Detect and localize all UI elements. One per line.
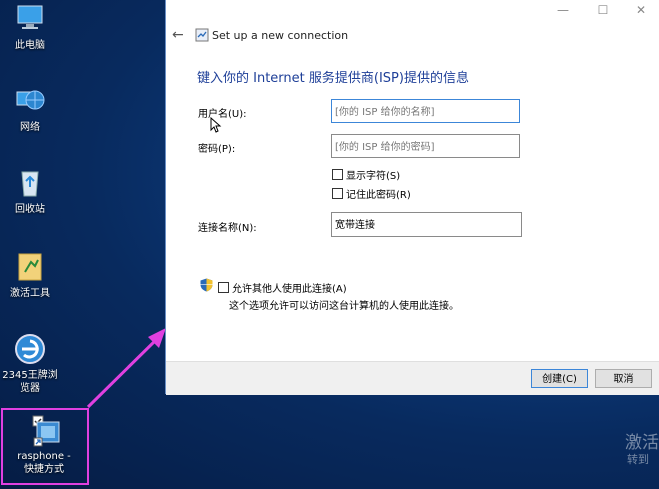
allow-others-note: 这个选项允许可以访问这台计算机的人使用此连接。 — [229, 301, 459, 312]
dialog-title: Set up a new connection — [212, 29, 349, 42]
checkbox-label: 显示字符(S) — [346, 171, 401, 182]
activation-watermark: 激活 — [625, 433, 659, 453]
checkbox-box — [332, 169, 343, 180]
cancel-button[interactable]: 取消 — [595, 369, 652, 388]
activation-watermark-sub: 转到 — [627, 453, 649, 466]
dialog-footer: 创建(C) 取消 — [166, 361, 659, 395]
checkbox-box — [218, 282, 229, 293]
remember-password-checkbox[interactable]: 记住此密码(R) — [332, 186, 411, 201]
back-arrow-icon[interactable]: ← — [172, 27, 184, 43]
maximize-button[interactable]: ☐ — [596, 4, 610, 16]
username-label: 用户名(U): — [198, 109, 247, 120]
connection-name-label: 连接名称(N): — [198, 223, 257, 234]
close-button[interactable]: ✕ — [634, 4, 648, 16]
setup-connection-dialog: — ☐ ✕ ← Set up a new connection 键入你的 Int… — [165, 0, 659, 395]
password-label: 密码(P): — [198, 144, 236, 155]
minimize-button[interactable]: — — [556, 4, 570, 16]
checkbox-label: 允许其他人使用此连接(A) — [232, 284, 347, 295]
checkbox-label: 记住此密码(R) — [346, 190, 411, 201]
mouse-cursor-icon — [210, 117, 222, 133]
checkbox-box — [332, 188, 343, 199]
connection-name-input[interactable]: 宽带连接 — [331, 212, 522, 237]
shield-icon — [200, 278, 213, 292]
show-characters-checkbox[interactable]: 显示字符(S) — [332, 167, 400, 182]
allow-others-checkbox[interactable]: 允许其他人使用此连接(A) — [218, 280, 347, 295]
create-button[interactable]: 创建(C) — [531, 369, 588, 388]
title-bar: — ☐ ✕ — [166, 0, 659, 22]
page-heading: 键入你的 Internet 服务提供商(ISP)提供的信息 — [197, 71, 469, 86]
username-input[interactable]: [你的 ISP 给你的名称] — [331, 99, 520, 123]
network-connection-icon — [195, 28, 209, 42]
password-input[interactable]: [你的 ISP 给你的密码] — [331, 134, 520, 158]
